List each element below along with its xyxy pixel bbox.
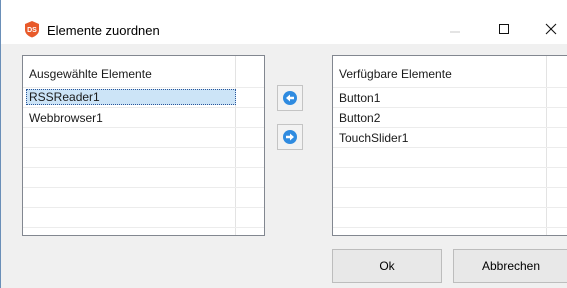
- list-item[interactable]: Webbrowser1: [23, 108, 264, 128]
- title-bar[interactable]: DS Elemente zuordnen: [1, 0, 567, 44]
- move-to-selected-button[interactable]: [277, 85, 303, 111]
- list-item-empty: [23, 188, 264, 208]
- list-item-empty: [333, 208, 567, 228]
- svg-text:DS: DS: [27, 27, 37, 34]
- list-item-empty: [333, 188, 567, 208]
- close-icon: [545, 23, 557, 35]
- available-elements-list[interactable]: Verfügbare Elemente Button1 Button2 Touc…: [332, 55, 567, 236]
- list-item[interactable]: Button2: [333, 108, 567, 128]
- list-item-empty: [23, 148, 264, 168]
- list-header-label: Verfügbare Elemente: [339, 67, 452, 81]
- cancel-button[interactable]: Abbrechen: [453, 249, 567, 283]
- maximize-button[interactable]: [487, 14, 521, 44]
- list-item-label: TouchSlider1: [339, 131, 409, 145]
- list-header[interactable]: Verfügbare Elemente: [333, 56, 567, 88]
- move-to-available-button[interactable]: [277, 124, 303, 150]
- list-item-label: Button1: [339, 91, 381, 105]
- list-item[interactable]: RSSReader1: [23, 88, 264, 108]
- list-item[interactable]: TouchSlider1: [333, 128, 567, 148]
- ok-button[interactable]: Ok: [332, 249, 442, 283]
- maximize-icon: [499, 24, 509, 34]
- dialog-window: DS Elemente zuordnen Ausgewählte Element…: [0, 0, 567, 288]
- selected-elements-list[interactable]: Ausgewählte Elemente RSSReader1 Webbrows…: [22, 55, 265, 236]
- minimize-icon: [450, 31, 460, 33]
- app-icon: DS: [23, 20, 41, 38]
- minimize-button[interactable]: [438, 14, 472, 44]
- list-item[interactable]: Button1: [333, 88, 567, 108]
- list-item-label-selected: RSSReader1: [26, 89, 236, 105]
- list-item-empty: [23, 168, 264, 188]
- list-item-label: Webbrowser1: [29, 111, 103, 125]
- list-header-label: Ausgewählte Elemente: [29, 67, 152, 81]
- list-item-empty: [23, 208, 264, 228]
- arrow-left-icon: [283, 91, 297, 105]
- arrow-right-icon: [283, 130, 297, 144]
- list-item-empty: [333, 148, 567, 168]
- close-button[interactable]: [534, 14, 567, 44]
- list-item-empty: [333, 168, 567, 188]
- list-item-label: Button2: [339, 111, 381, 125]
- list-header[interactable]: Ausgewählte Elemente: [23, 56, 264, 88]
- list-item-empty: [23, 128, 264, 148]
- window-title: Elemente zuordnen: [47, 23, 160, 38]
